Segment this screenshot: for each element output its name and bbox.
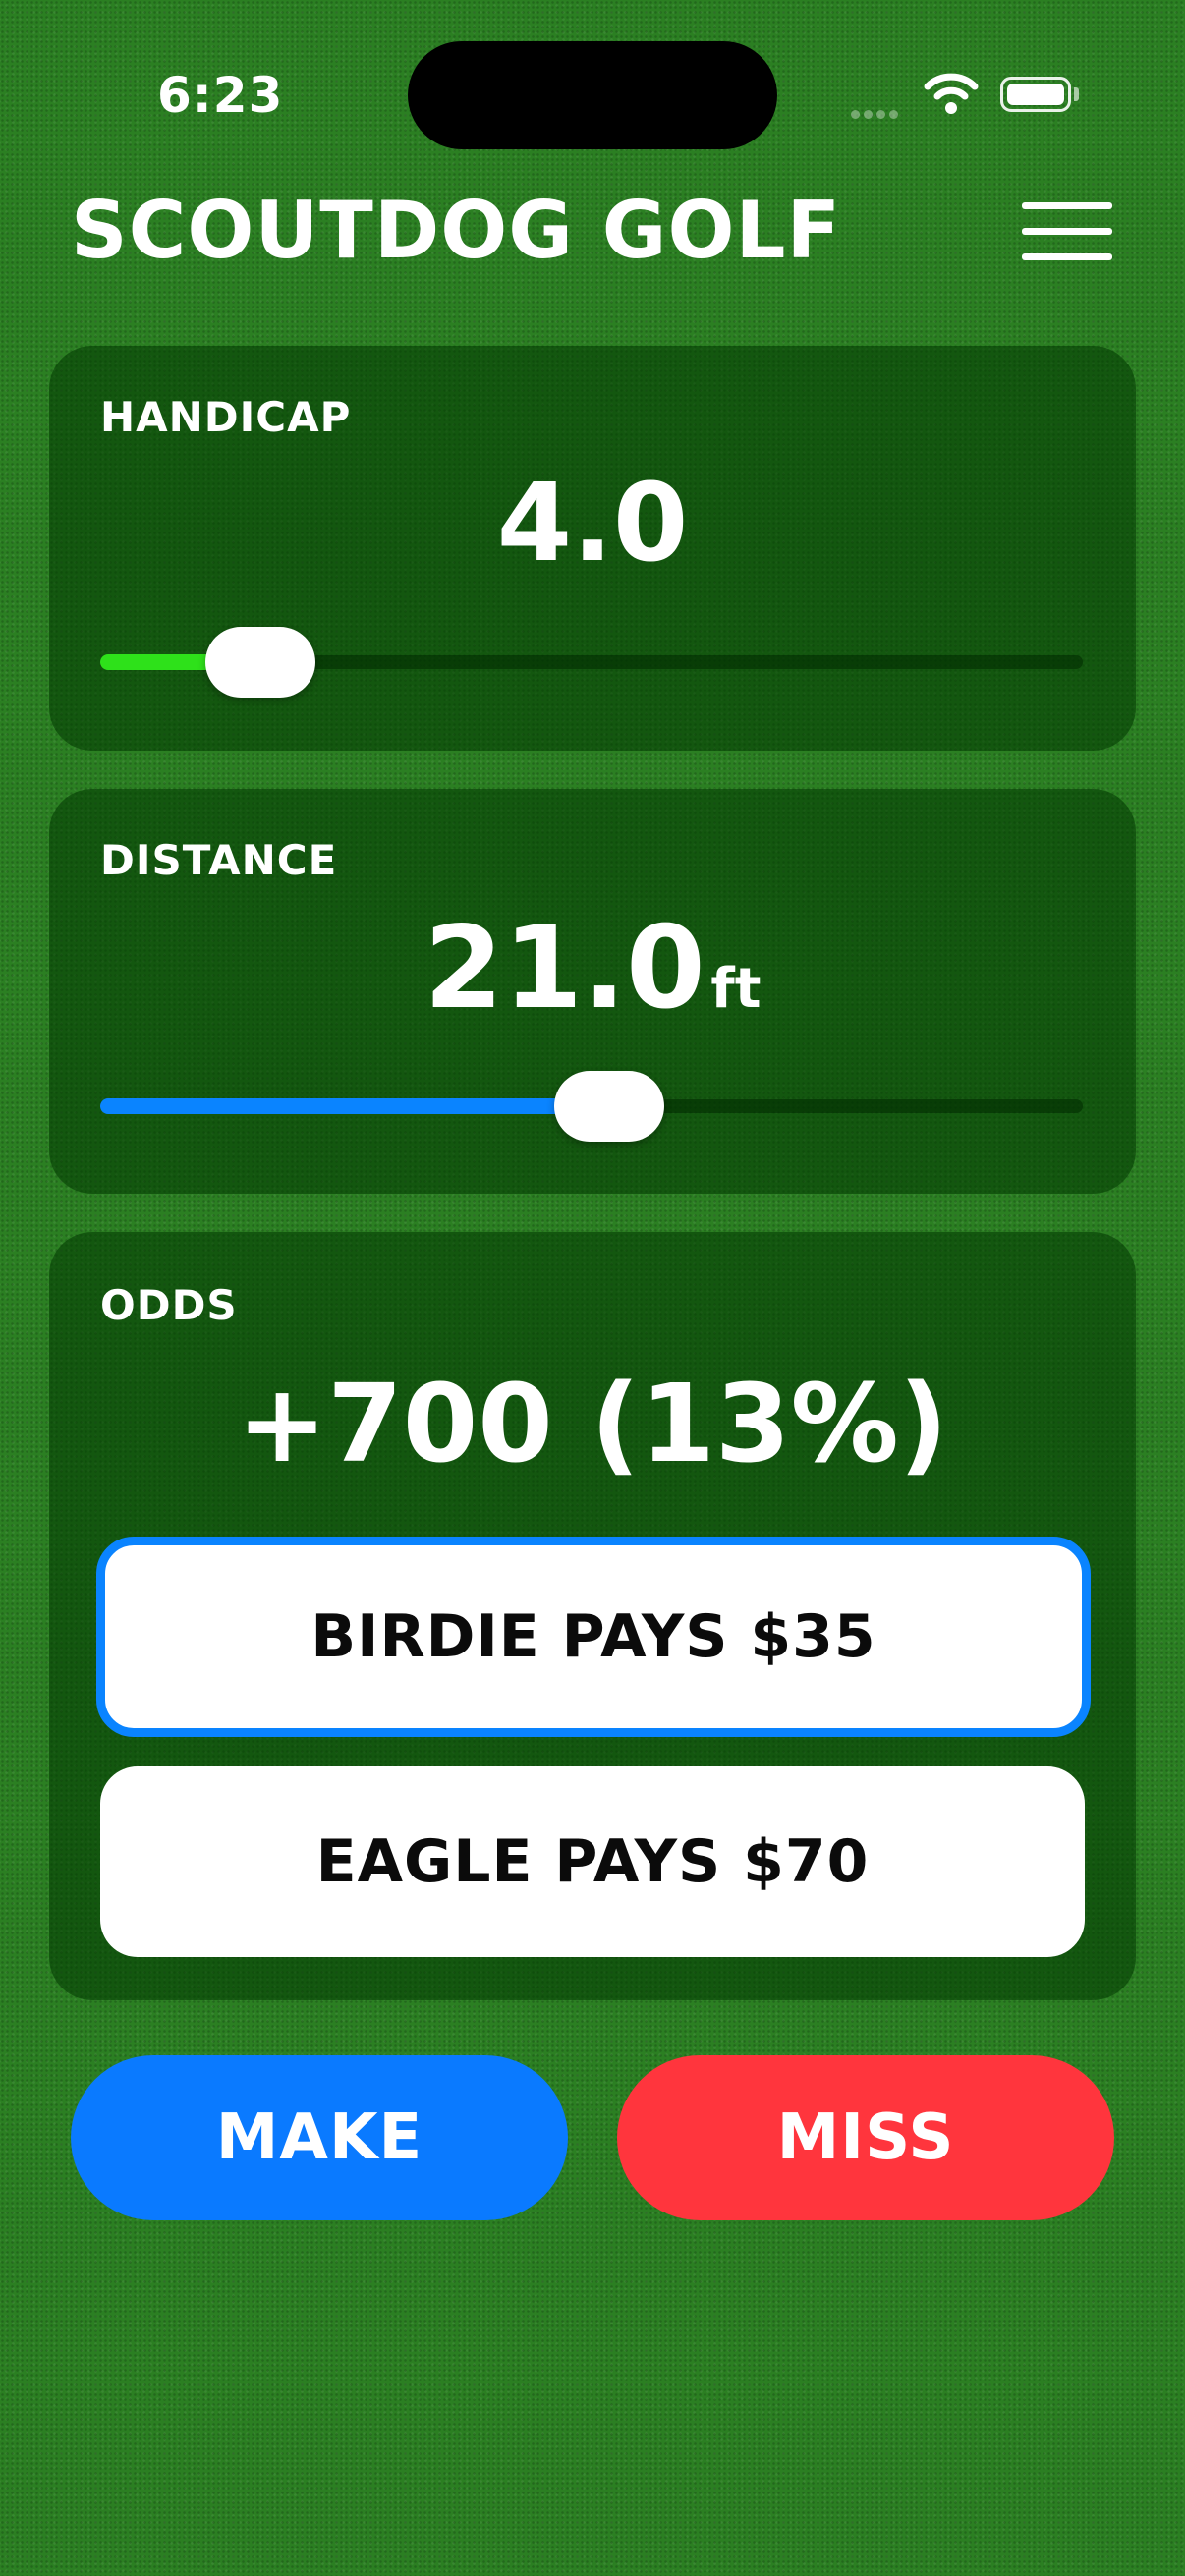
handicap-label: HANDICAP	[100, 393, 352, 441]
distance-label: DISTANCE	[100, 836, 338, 884]
distance-unit: ft	[710, 957, 762, 1021]
handicap-value: 4.0	[496, 460, 689, 586]
odds-card: ODDS +700 (13%) BIRDIE PAYS $35 EAGLE PA…	[49, 1232, 1136, 2000]
eagle-pays-button[interactable]: EAGLE PAYS $70	[100, 1766, 1085, 1957]
status-time: 6:23	[157, 67, 284, 124]
odds-label: ODDS	[100, 1281, 238, 1329]
distance-value: 21.0	[423, 902, 705, 1035]
app-title: SCOUTDOG GOLF	[71, 185, 842, 276]
miss-button[interactable]: MISS	[617, 2055, 1114, 2220]
make-button[interactable]: MAKE	[71, 2055, 568, 2220]
dynamic-island	[408, 41, 777, 149]
birdie-pays-button[interactable]: BIRDIE PAYS $35	[96, 1537, 1091, 1737]
odds-value: +700 (13%)	[237, 1361, 948, 1486]
wifi-icon	[924, 73, 979, 114]
distance-card: DISTANCE 21.0 ft	[49, 789, 1136, 1194]
distance-value-row: 21.0 ft	[71, 905, 1114, 1066]
distance-slider-fill	[100, 1098, 609, 1114]
battery-icon	[1000, 77, 1071, 112]
hamburger-menu-icon[interactable]	[1022, 202, 1112, 261]
handicap-card: HANDICAP 4.0	[49, 346, 1136, 751]
distance-slider-thumb[interactable]	[553, 1071, 664, 1142]
cellular-signal-icon	[851, 104, 902, 123]
battery-tip	[1074, 87, 1079, 101]
handicap-slider-thumb[interactable]	[204, 627, 315, 698]
